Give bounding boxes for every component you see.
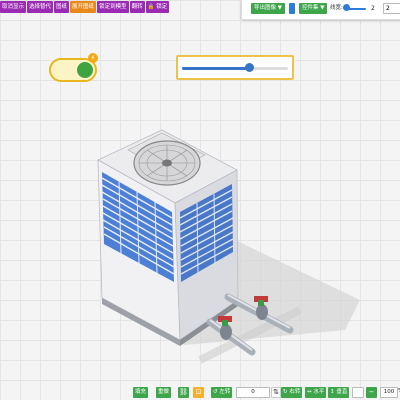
control-set-button[interactable]: 控件集 ▼ <box>299 3 328 14</box>
export-image-button[interactable]: 导出图像 ▼ <box>251 3 285 14</box>
rotate-right-button[interactable]: ↻ 右转 <box>281 387 303 398</box>
toggle-knob <box>77 62 93 78</box>
main-slider-track[interactable] <box>182 67 288 70</box>
zoom-out-icon[interactable]: − <box>366 387 377 398</box>
hide-display-button[interactable]: 取消显示 <box>0 1 27 13</box>
line-width-label: 线宽: <box>330 5 343 11</box>
lock-button[interactable]: 🔒 锁定 <box>145 1 170 13</box>
fill-button[interactable]: 填充 <box>133 387 149 398</box>
color-swatch[interactable] <box>289 3 295 14</box>
redo-button[interactable]: 重做 <box>156 387 172 398</box>
rotate-left-input[interactable]: 0 <box>236 387 270 398</box>
top-left-toolbar: 取消显示 选择替代 图纸 展开图纸 锁定到模型 翻转 🔒 锁定 <box>0 1 170 13</box>
target-icon[interactable]: ⊡ <box>193 387 204 398</box>
line-width-slider-knob[interactable] <box>343 4 350 11</box>
flip-vertical-button[interactable]: ↕ 垂直 <box>328 387 350 398</box>
lock-to-model-button[interactable]: 锁定到模型 <box>97 1 129 13</box>
expand-drawing-button[interactable]: 展开图纸 <box>70 1 97 13</box>
link-icon[interactable]: ⛓ <box>178 387 189 398</box>
select-replace-button[interactable]: 选择替代 <box>27 1 54 13</box>
line-width-input[interactable]: 2 <box>383 3 400 14</box>
lightning-icon: ⚡ <box>88 53 98 63</box>
flip-horizontal-button[interactable]: ↔ 水平 <box>305 387 327 398</box>
zoom-input[interactable]: 100 <box>380 387 398 398</box>
main-slider-knob[interactable] <box>245 63 254 72</box>
rotate-left-button[interactable]: ↺ 左转 <box>211 387 233 398</box>
drawing-button[interactable]: 图纸 <box>54 1 70 13</box>
bottom-toolbar: 填充 重做 ⛓ ⊡ ↺ 左转 0 ⇅ ↻ 右转 ↔ 水平 ↕ 垂直 − 100 … <box>130 385 400 400</box>
flip-button[interactable]: 翻转 <box>129 1 145 13</box>
extra-input[interactable] <box>352 387 364 398</box>
main-slider-panel <box>176 55 294 80</box>
fan-hub <box>162 159 172 167</box>
line-width-value: 2 <box>371 5 375 12</box>
spinner-down-icon[interactable]: ⇅ <box>271 387 281 398</box>
